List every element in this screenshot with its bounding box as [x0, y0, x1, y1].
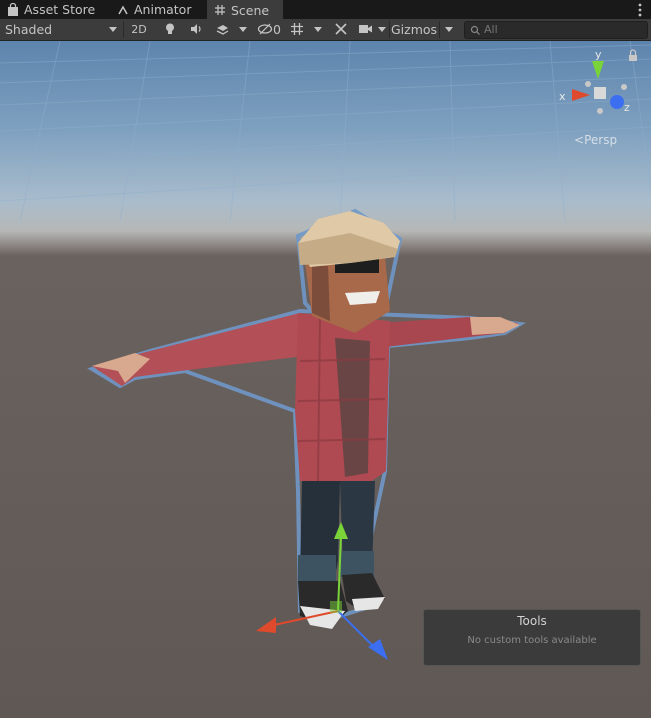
right-cuff	[340, 551, 374, 577]
eye-slash-icon	[257, 23, 273, 35]
tab-bar: Asset Store Animator Scene	[0, 0, 651, 20]
orientation-gizmo[interactable]: y x z	[559, 48, 637, 114]
left-cuff	[298, 555, 336, 583]
chevron-down-icon	[445, 26, 453, 32]
gizmos-label: Gizmos	[390, 21, 438, 37]
gizmos-button[interactable]: Gizmos	[391, 19, 437, 39]
draw-mode-value: Shaded	[5, 21, 53, 37]
draw-mode-dropdown[interactable]: Shaded	[0, 19, 122, 39]
animator-icon	[118, 4, 128, 14]
tab-label: Asset Store	[24, 2, 96, 17]
grid-toggle-button[interactable]	[286, 19, 308, 39]
chevron-down-icon	[239, 26, 247, 32]
gizmo-center[interactable]	[594, 87, 606, 99]
search-placeholder: All	[484, 23, 498, 36]
grid-dropdown[interactable]	[310, 19, 326, 39]
audio-toggle-button[interactable]	[184, 19, 208, 39]
effects-dropdown[interactable]	[236, 19, 250, 39]
x-axis-cone[interactable]	[572, 89, 590, 101]
chevron-down-icon	[314, 26, 322, 32]
tools-icon	[335, 23, 347, 35]
x-move-handle[interactable]	[256, 617, 276, 633]
tools-title: Tools	[517, 614, 547, 628]
sky-grid	[0, 41, 651, 222]
more-options-icon[interactable]	[635, 2, 645, 18]
scene-toolbar: Shaded 2D 0 Gizmos All	[0, 19, 651, 41]
divider	[123, 21, 124, 38]
divider	[389, 21, 390, 38]
scene-window: Asset Store Animator Scene Shaded 2D 0 G…	[0, 0, 651, 718]
tab-scene[interactable]: Scene	[207, 0, 283, 20]
shopping-bag-icon	[8, 2, 18, 16]
right-hand	[470, 317, 520, 335]
gizmos-dropdown[interactable]	[441, 19, 457, 39]
hidden-count: 0	[273, 21, 281, 37]
y-axis-cone[interactable]	[592, 61, 604, 79]
search-input[interactable]: All	[464, 21, 648, 39]
y-axis-label: y	[595, 48, 602, 61]
grid-hash-icon	[215, 5, 225, 15]
camera-icon	[358, 25, 372, 33]
hidden-objects-toggle[interactable]: 0	[254, 19, 284, 39]
tab-animator[interactable]: Animator	[116, 0, 206, 19]
plane-handle[interactable]	[330, 601, 342, 613]
lock-icon[interactable]	[629, 49, 637, 61]
tools-message: No custom tools available	[467, 635, 597, 646]
x-axis-label: x	[559, 90, 566, 103]
layers-icon	[216, 25, 228, 35]
back-arrow-icon: <	[574, 133, 585, 147]
2d-toggle-button[interactable]: 2D	[125, 19, 153, 39]
tab-label: Scene	[231, 2, 270, 18]
character-model[interactable]	[87, 208, 527, 660]
tools-toggle-button[interactable]	[330, 19, 352, 39]
lightbulb-icon	[166, 23, 174, 34]
divider	[439, 21, 440, 38]
z-axis-cone[interactable]	[610, 95, 624, 109]
2d-label: 2D	[131, 22, 147, 36]
projection-toggle[interactable]: <Persp	[574, 133, 617, 147]
search-icon	[470, 25, 480, 35]
tab-asset-store[interactable]: Asset Store	[6, 0, 106, 19]
camera-settings-button[interactable]	[355, 19, 375, 39]
speaker-icon	[191, 24, 201, 34]
z-move-handle[interactable]	[368, 639, 388, 660]
tab-label: Animator	[134, 2, 192, 17]
chevron-down-icon	[378, 26, 386, 32]
grid-snap-icon	[291, 23, 303, 35]
chevron-down-icon	[109, 26, 117, 32]
tools-overlay[interactable]: Tools No custom tools available	[423, 609, 641, 666]
lighting-toggle-button[interactable]	[158, 19, 182, 39]
projection-label: Persp	[584, 133, 618, 147]
camera-dropdown[interactable]	[376, 19, 388, 39]
effects-toggle-button[interactable]	[210, 19, 234, 39]
z-axis-label: z	[624, 101, 630, 114]
teeth	[345, 291, 380, 305]
